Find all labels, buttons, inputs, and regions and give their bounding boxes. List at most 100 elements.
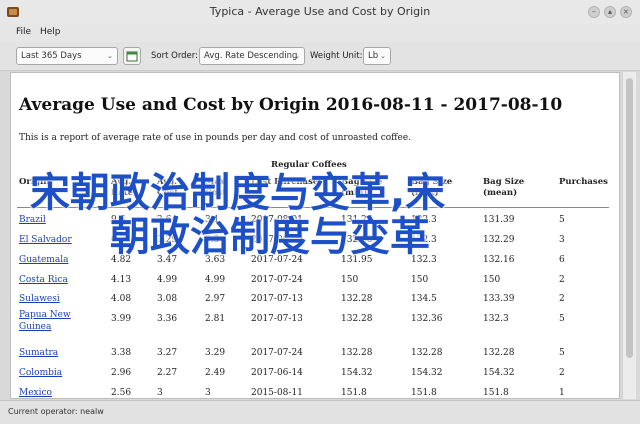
column-header-line: Max [205, 177, 225, 187]
table-row: Guatemala 4.82 3.47 3.63 2017-07-24 131.95 132… [11, 250, 619, 270]
table-cell: 4.82 [111, 255, 132, 265]
origin-link[interactable]: Papua New Guinea [19, 309, 89, 333]
table-cell: 131.25 [341, 215, 373, 225]
menu-file[interactable]: File [16, 27, 31, 37]
column-header: Purchases [559, 177, 608, 188]
column-header: Bag Size (mean) [483, 177, 524, 199]
table-cell: 2017-07-13 [251, 294, 303, 304]
table-cell: 4.08 [111, 294, 132, 304]
table-row: Brazil 9.6 2.64 3.1 2017-08-01 131.25 132.3 131… [11, 210, 619, 230]
sort-order-select[interactable]: Avg. Rate Descending ⌄ [199, 47, 305, 65]
weight-unit-value: Lb [368, 51, 379, 61]
table-cell: 2.56 [111, 388, 132, 398]
table-cell: 2017-07-13 [251, 314, 303, 324]
column-header-line: Cost [157, 188, 179, 198]
window-title: Typica - Average Use and Cost by Origin [209, 5, 431, 18]
table-cell: 132.3 [411, 255, 437, 265]
column-header-line: Purchases [559, 177, 608, 187]
column-header-line: Bag Size [483, 177, 525, 187]
table-cell: 9.6 [111, 215, 126, 225]
column-header-line: (min) [341, 188, 368, 198]
table-cell: 150 [341, 275, 359, 285]
table-cell: 132.28 [483, 348, 515, 358]
table-cell: 151.8 [411, 388, 437, 398]
table-cell: 3.3 [205, 235, 220, 245]
table-cell: 4.13 [111, 275, 132, 285]
table-cell: 3 [157, 388, 163, 398]
column-header-line: Origin [19, 177, 50, 187]
table-cell: 2 [559, 294, 565, 304]
table-cell: 150 [411, 275, 429, 285]
origin-link[interactable]: Costa Rica [19, 270, 68, 290]
maximize-icon[interactable]: ▴ [604, 6, 616, 18]
table-cell: 134.5 [411, 294, 437, 304]
column-header: Last Purchase [251, 177, 318, 188]
table-cell: 6 [559, 255, 565, 265]
calendar-button[interactable] [123, 47, 141, 65]
menu-help[interactable]: Help [40, 27, 61, 37]
status-bar: Current operator: nealw [0, 400, 640, 424]
title-bar: Typica - Average Use and Cost by Origin … [0, 0, 640, 25]
toolbar: Last 365 Days ⌄ Sort Order: Avg. Rate De… [0, 42, 640, 71]
table-cell: 3.36 [157, 314, 178, 324]
scrollbar-thumb[interactable] [626, 78, 633, 358]
table-cell: 132.28 [411, 348, 443, 358]
table-cell: 4.99 [205, 275, 226, 285]
origin-link[interactable]: Sumatra [19, 343, 58, 363]
origin-link[interactable]: Guatemala [19, 250, 68, 270]
menu-bar: File Help [0, 24, 640, 43]
table-row: El Salvador 6.22 3.29 3.3 2017-06-09 132.28 13… [11, 230, 619, 250]
table-cell: 2.97 [205, 294, 226, 304]
origin-link[interactable]: Colombia [19, 363, 62, 383]
calendar-icon [126, 51, 138, 62]
origin-link[interactable]: Brazil [19, 210, 46, 230]
table-cell: 151.8 [483, 388, 509, 398]
date-range-value: Last 365 Days [21, 51, 82, 61]
weight-unit-label: Weight Unit: [310, 51, 363, 61]
vertical-scrollbar[interactable] [622, 72, 636, 399]
table-cell: 5 [559, 215, 565, 225]
table-cell: 154.32 [483, 368, 515, 378]
status-text: Current operator: nealw [8, 407, 104, 416]
table-cell: 3.08 [157, 294, 178, 304]
table-cell: 6.22 [111, 235, 132, 245]
column-header-line: Avg. [157, 177, 178, 187]
table-cell: 132.16 [483, 255, 515, 265]
column-header: Max Cost [205, 177, 226, 199]
table-cell: 5 [559, 314, 565, 324]
table-cell: 132.28 [341, 314, 373, 324]
column-header-line: Avg. [111, 177, 132, 187]
minimize-icon[interactable]: – [588, 6, 600, 18]
table-cell: 151.8 [341, 388, 367, 398]
table-row: Colombia 2.96 2.27 2.49 2017-06-14 154.32 154.… [11, 363, 619, 383]
table-cell: 2.64 [157, 215, 178, 225]
table-cell: 131.39 [483, 215, 515, 225]
sort-order-value: Avg. Rate Descending [204, 51, 298, 61]
table-cell: 3.38 [111, 348, 132, 358]
weight-unit-select[interactable]: Lb ⌄ [363, 47, 391, 65]
table-cell: 3 [559, 235, 565, 245]
close-icon[interactable]: × [620, 6, 632, 18]
date-range-select[interactable]: Last 365 Days ⌄ [16, 47, 118, 65]
column-header-line: (mean) [483, 188, 518, 198]
table-cell: 3.27 [157, 348, 178, 358]
table-cell: 3.99 [111, 314, 132, 324]
table-cell: 132.28 [341, 294, 373, 304]
report-view[interactable]: Average Use and Cost by Origin 2016-08-1… [10, 72, 620, 399]
origin-link[interactable]: El Salvador [19, 230, 72, 250]
table-row: Papua New Guinea 3.99 3.36 2.81 2017-07-13 13… [11, 309, 619, 332]
table-row: Mexico 2.56 3 3 2015-08-11 151.8 151.8 151.8 1 [11, 383, 619, 398]
column-header: Bag Size (max) [411, 177, 452, 199]
origin-link[interactable]: Mexico [19, 383, 52, 398]
chevron-down-icon: ⌄ [294, 52, 300, 60]
column-header-line: (max) [411, 188, 439, 198]
report-title: Average Use and Cost by Origin 2016-08-1… [19, 95, 563, 115]
table-cell: 132.36 [411, 314, 443, 324]
table-cell: 133.39 [483, 294, 515, 304]
table-cell: 2017-07-24 [251, 348, 303, 358]
column-header-line: Bag Size [411, 177, 453, 187]
table-cell: 2 [559, 275, 565, 285]
table-cell: 154.32 [411, 368, 443, 378]
table-cell: 2 [559, 368, 565, 378]
origin-link[interactable]: Sulawesi [19, 289, 60, 309]
